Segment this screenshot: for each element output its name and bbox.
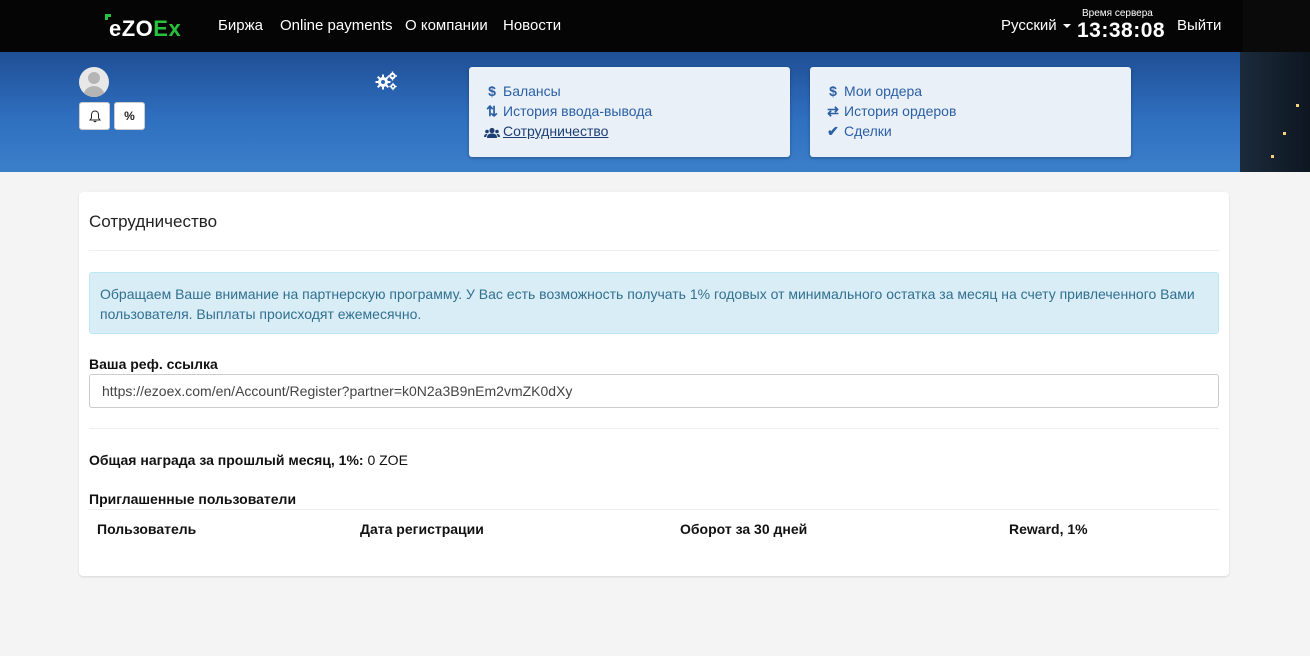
column-header-registration-date: Дата регистрации [360,521,484,537]
top-navbar: eZOEx Биржа Online payments О компании Н… [0,0,1310,52]
trading-links-panel: $ Мои ордера ⇄ История ордеров ✔ Сделки [810,67,1131,157]
partnership-link-label: Сотрудничество [503,123,609,139]
nav-item-about[interactable]: О компании [405,17,488,34]
balances-link[interactable]: $ Балансы [484,83,561,99]
partnership-card: Сотрудничество Обращаем Ваше внимание на… [79,192,1229,576]
nav-item-online-payments[interactable]: Online payments [280,17,393,34]
trades-link[interactable]: ✔ Сделки [825,123,892,140]
avatar-head [88,72,100,84]
users-icon [484,127,500,139]
chevron-down-icon [1062,24,1071,29]
nav-item-news[interactable]: Новости [503,17,561,34]
logo-prefix: eZO [109,16,154,41]
checkmark-icon: ✔ [827,123,839,139]
notifications-button[interactable] [79,102,110,130]
ref-link-input[interactable] [89,374,1219,408]
logo-corner-mark [105,14,111,20]
deposit-withdraw-history-label: История ввода-вывода [503,103,653,119]
percent-button[interactable]: % [114,102,145,130]
server-time: 13:38:08 [1077,19,1166,42]
dollar-icon: $ [829,83,837,99]
sort-arrows-icon: ⇅ [486,103,498,119]
dollar-icon: $ [488,83,496,99]
balances-link-label: Балансы [503,83,561,99]
order-history-link[interactable]: ⇄ История ордеров [825,103,956,120]
logo[interactable]: eZOEx [105,14,182,41]
logo-suffix: Ex [153,16,182,41]
deposit-withdraw-history-link[interactable]: ⇅ История ввода-вывода [484,103,652,120]
account-links-panel: $ Балансы ⇅ История ввода-вывода Сотруднич… [469,67,790,157]
reward-label: Общая награда за прошлый месяц, 1%: [89,452,364,468]
partnership-link[interactable]: Сотрудничество [484,123,608,139]
table-top-border [89,509,1219,510]
banner-light [1296,104,1299,107]
trades-link-label: Сделки [844,123,892,139]
column-header-user: Пользователь [97,521,197,537]
invited-users-title: Приглашенные пользователи [89,491,297,507]
nav-item-exchange[interactable]: Биржа [218,17,263,34]
banner-light [1283,132,1286,135]
column-header-turnover: Оборот за 30 дней [680,521,808,537]
language-label: Русский [1001,17,1057,34]
column-header-reward: Reward, 1% [1009,521,1088,537]
bell-icon [88,110,101,123]
divider [89,250,1219,251]
my-orders-link[interactable]: $ Мои ордера [825,83,922,99]
reward-value: 0 ZOE [367,452,408,468]
settings-gear-icon[interactable] [374,70,398,92]
language-dropdown[interactable]: Русский [1001,17,1071,34]
avatar[interactable] [79,67,109,97]
banner-photo-edge [1240,52,1310,172]
order-history-link-label: История ордеров [844,103,957,119]
reward-summary: Общая награда за прошлый месяц, 1%: 0 ZO… [89,452,408,468]
page-title: Сотрудничество [89,212,218,231]
banner-light [1271,155,1274,158]
divider [89,428,1219,429]
info-alert: Обращаем Ваше внимание на партнерскую пр… [89,272,1219,334]
server-time-label: Время сервера [1082,8,1153,19]
avatar-body [83,86,105,97]
transfer-arrows-icon: ⇄ [827,103,839,119]
ref-link-label: Ваша реф. ссылка [89,356,218,372]
my-orders-link-label: Мои ордера [844,83,923,99]
logout-link[interactable]: Выйти [1177,17,1221,34]
